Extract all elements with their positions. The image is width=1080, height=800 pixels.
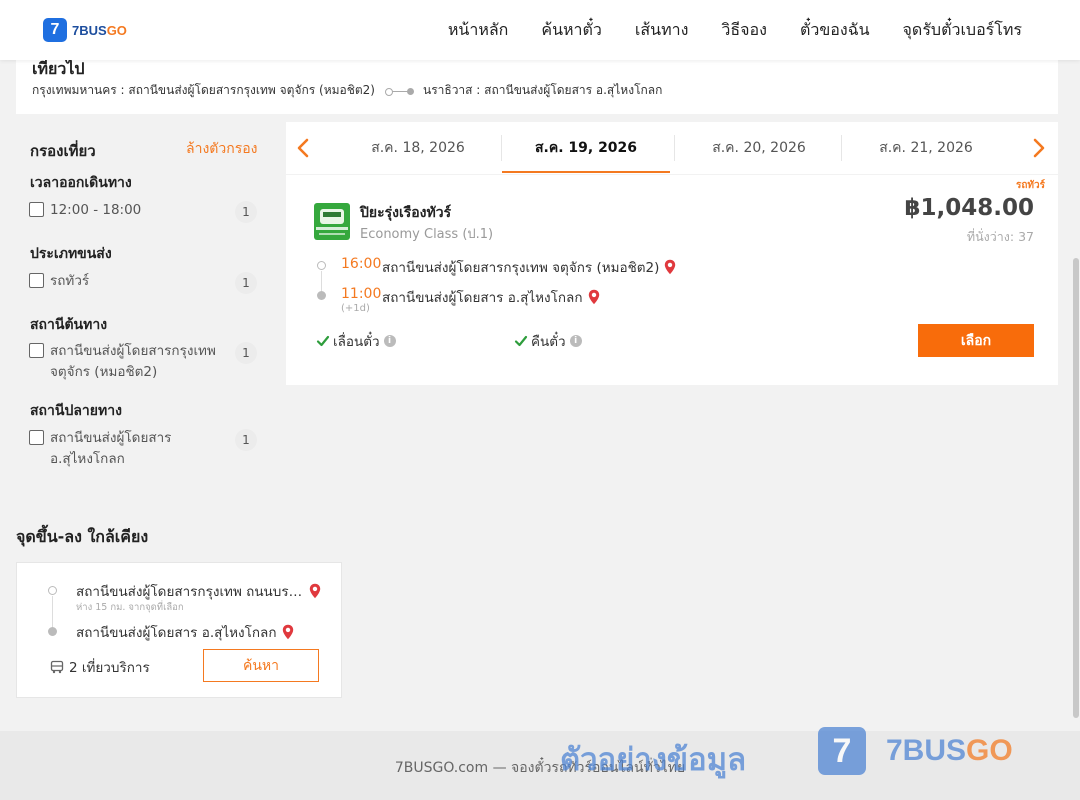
departure-dot [48, 586, 57, 595]
feature-reschedule: เลื่อนตั๋ว i [316, 330, 396, 352]
operator-logo [314, 203, 350, 240]
filter-section-destination-station: สถานีปลายทาง [30, 403, 122, 419]
filter-count-badge: 1 [235, 272, 257, 294]
departure-station-name: สถานีขนส่งผู้โดยสารกรุงเทพ จตุจักร (หมอช… [382, 260, 660, 276]
filter-option-departure-time[interactable]: 12:00 - 18:00 1 [29, 201, 257, 223]
scrollbar-thumb[interactable] [1073, 258, 1079, 718]
filter-option-label: สถานีขนส่งผู้โดยสาร อ.สุไหงโกลก [50, 430, 172, 467]
ticket-price: ฿1,048.00 [904, 195, 1035, 221]
filter-count-badge: 1 [235, 342, 257, 364]
chevron-right-icon [1033, 138, 1045, 158]
filter-section-transport-type: ประเภทขนส่ง [30, 246, 112, 262]
nearby-to-station: สถานีขนส่งผู้โดยสาร อ.สุไหงโกลก [76, 621, 294, 643]
map-pin-icon[interactable] [664, 259, 676, 275]
route-destination: นราธิวาส : สถานีขนส่งผู้โดยสาร อ.สุไหงโก… [422, 83, 663, 97]
trip-result-card: รถทัวร์ ปิยะรุ่งเรืองทัวร์ Economy Class… [286, 175, 1058, 385]
feature-refund: คืนตั๋ว i [514, 330, 582, 352]
feature-label: เลื่อนตั๋ว [333, 334, 380, 350]
nav-ticket-pickup-phone[interactable]: จุดรับตั๋วเบอร์โทร [903, 18, 1022, 43]
next-date-button[interactable] [1028, 135, 1050, 161]
date-tab[interactable]: ส.ค. 20, 2026 [675, 122, 843, 174]
feature-label: คืนตั๋ว [531, 334, 566, 350]
checkbox[interactable] [29, 430, 44, 445]
filter-option-transport-type[interactable]: รถทัวร์ 1 [29, 272, 257, 294]
filter-section-departure-time: เวลาออกเดินทาง [30, 175, 132, 191]
nearby-from-station: สถานีขนส่งผู้โดยสารกรุงเทพ ถนนบรม... [76, 580, 321, 602]
route-summary: เที่ยวไป กรุงเทพมหานคร : สถานีขนส่งผู้โด… [16, 59, 1058, 114]
info-icon[interactable]: i [569, 335, 582, 347]
nearby-to-station-name: สถานีขนส่งผู้โดยสาร อ.สุไหงโกลก [76, 625, 277, 641]
nav-search-tickets[interactable]: ค้นหาตั๋ว [541, 18, 602, 43]
top-header: 7 7BUSGO หน้าหลัก ค้นหาตั๋ว เส้นทาง วิธี… [0, 0, 1080, 60]
nav-routes[interactable]: เส้นทาง [635, 18, 689, 43]
map-pin-icon[interactable] [309, 583, 321, 599]
filter-option-destination-station[interactable]: สถานีขนส่งผู้โดยสาร อ.สุไหงโกลก 1 [29, 429, 257, 473]
seats-available: ที่นั่งว่าง: 37 [966, 229, 1034, 244]
watermark-brand: 7BUSGO [886, 734, 1013, 767]
checkbox[interactable] [29, 343, 44, 358]
arrival-station: สถานีขนส่งผู้โดยสาร อ.สุไหงโกลก [382, 286, 600, 308]
info-icon[interactable]: i [383, 335, 396, 347]
nearby-trip-count: 2 เที่ยวบริการ [50, 656, 150, 678]
timeline-line [321, 271, 322, 291]
filter-option-label: 12:00 - 18:00 [50, 202, 142, 218]
nearby-route-card: สถานีขนส่งผู้โดยสารกรุงเทพ ถนนบรม... ห่า… [16, 562, 342, 698]
nav-my-tickets[interactable]: ตั๋วของฉัน [800, 18, 870, 43]
date-tab[interactable]: ส.ค. 21, 2026 [842, 122, 1010, 174]
bus-icon [50, 660, 64, 674]
checkbox[interactable] [29, 202, 44, 217]
date-tab[interactable]: ส.ค. 18, 2026 [334, 122, 502, 174]
trip-direction-title: เที่ยวไป [32, 59, 85, 78]
filter-count-badge: 1 [235, 201, 257, 223]
departure-station: สถานีขนส่งผู้โดยสารกรุงเทพ จตุจักร (หมอช… [382, 256, 676, 278]
chevron-left-icon [297, 138, 309, 158]
nav-home[interactable]: หน้าหลัก [448, 18, 509, 43]
arrival-station-name: สถานีขนส่งผู้โดยสาร อ.สุไหงโกลก [382, 290, 583, 306]
route-origin: กรุงเทพมหานคร : สถานีขนส่งผู้โดยสารกรุงเ… [32, 83, 375, 97]
date-selector: ส.ค. 18, 2026 ส.ค. 19, 2026 ส.ค. 20, 202… [286, 122, 1058, 174]
next-day-indicator: (+1d) [341, 303, 370, 314]
seat-class: Economy Class (ป.1) [360, 227, 494, 242]
departure-dot [317, 261, 326, 270]
filter-title: กรองเที่ยว [30, 142, 96, 160]
operator-name: ปิยะรุ่งเรืองทัวร์ [360, 205, 452, 221]
nearby-stops-title: จุดขึ้น-ลง ใกล้เคียง [16, 527, 149, 546]
nearby-distance: ห่าง 15 กม. จากจุดที่เลือก [76, 602, 184, 613]
prev-date-button[interactable] [292, 135, 314, 161]
vehicle-type-tag: รถทัวร์ [1015, 180, 1045, 191]
clear-filters-link[interactable]: ล้างตัวกรอง [186, 138, 257, 160]
nearby-from-station-name: สถานีขนส่งผู้โดยสารกรุงเทพ ถนนบรม... [76, 584, 304, 600]
watermark-logo-icon: 7 [818, 727, 866, 775]
check-icon [514, 335, 528, 347]
arrival-dot [317, 291, 326, 300]
filter-option-label: สถานีขนส่งผู้โดยสารกรุงเทพ จตุจักร (หมอช… [50, 343, 216, 380]
nearby-search-button[interactable]: ค้นหา [203, 649, 319, 682]
arrival-dot [48, 627, 57, 636]
date-tab-active[interactable]: ส.ค. 19, 2026 [502, 122, 670, 174]
nav-how-to-book[interactable]: วิธีจอง [721, 18, 767, 43]
logo-text: 7BUSGO [72, 22, 127, 38]
footer: 7BUSGO.com — จองตั๋วรถทัวร์ออนไลน์ทั่วไท… [0, 727, 1080, 800]
filter-count-badge: 1 [235, 429, 257, 451]
arrival-time: 11:00 [341, 286, 382, 302]
route-line: กรุงเทพมหานคร : สถานีขนส่งผู้โดยสารกรุงเ… [32, 81, 662, 100]
main-nav: หน้าหลัก ค้นหาตั๋ว เส้นทาง วิธีจอง ตั๋วข… [415, 0, 1022, 60]
select-trip-button[interactable]: เลือก [918, 324, 1034, 357]
checkbox[interactable] [29, 273, 44, 288]
timeline-line [52, 596, 53, 627]
logo-mark-icon: 7 [43, 18, 67, 42]
map-pin-icon[interactable] [282, 624, 294, 640]
filter-option-origin-station[interactable]: สถานีขนส่งผู้โดยสารกรุงเทพ จตุจักร (หมอช… [29, 342, 257, 386]
route-connector-icon [383, 86, 415, 96]
filter-section-origin-station: สถานีต้นทาง [30, 317, 108, 333]
filter-option-label: รถทัวร์ [50, 273, 90, 289]
sample-data-watermark: ตัวอย่างข้อมูล [560, 742, 747, 778]
departure-time: 16:00 [341, 256, 382, 272]
check-icon [316, 335, 330, 347]
trip-count-label: 2 เที่ยวบริการ [69, 660, 150, 676]
site-logo[interactable]: 7 7BUSGO [43, 18, 127, 42]
map-pin-icon[interactable] [588, 289, 600, 305]
